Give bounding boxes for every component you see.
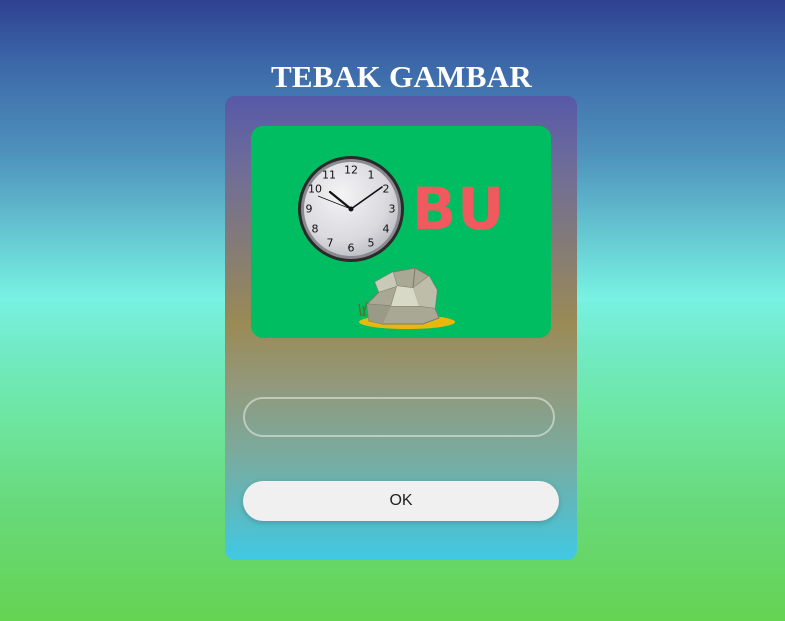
- svg-text:7: 7: [327, 237, 334, 250]
- svg-text:10: 10: [308, 183, 322, 196]
- game-card: 12 1 2 3 4 5 6 7 8 9 10 11 BU OK: [225, 96, 577, 560]
- svg-text:3: 3: [389, 203, 396, 216]
- clue-text: BU: [412, 175, 506, 243]
- svg-text:9: 9: [306, 203, 313, 216]
- svg-text:2: 2: [383, 183, 390, 196]
- puzzle-picture: 12 1 2 3 4 5 6 7 8 9 10 11 BU: [251, 126, 551, 338]
- svg-text:6: 6: [348, 242, 355, 255]
- svg-text:11: 11: [322, 169, 336, 182]
- answer-input[interactable]: [243, 397, 555, 437]
- svg-text:5: 5: [368, 237, 375, 250]
- page-title: TEBAK GAMBAR: [270, 58, 533, 94]
- ok-button[interactable]: OK: [243, 481, 559, 521]
- svg-text:8: 8: [312, 223, 319, 236]
- svg-text:12: 12: [344, 164, 358, 177]
- svg-text:1: 1: [368, 169, 375, 182]
- clock-icon: 12 1 2 3 4 5 6 7 8 9 10 11: [298, 156, 404, 262]
- svg-text:4: 4: [383, 223, 390, 236]
- rock-icon: [358, 267, 455, 329]
